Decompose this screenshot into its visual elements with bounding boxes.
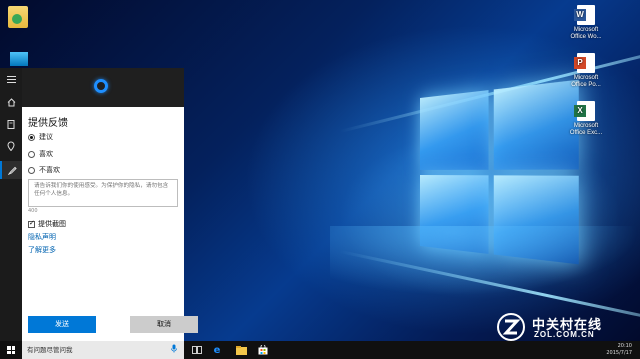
desktop-icon-label: Microsoft Office Exc... [569,123,603,136]
char-counter: 400 [28,208,38,214]
radio-button[interactable] [28,133,35,141]
hamburger-menu-icon[interactable] [4,72,18,86]
floor-glow [330,226,640,296]
desktop-icon-powerpoint[interactable]: P Microsoft Office Po... [566,53,606,89]
cortana-ring-icon [94,79,108,93]
checkbox-label: 提供截图 [38,220,66,228]
start-button[interactable] [0,341,22,359]
desktop-icon-label: Microsoft Office Po... [571,75,601,88]
radio-label: 不喜欢 [39,166,60,174]
radio-option-suggestion[interactable]: 建议 [28,132,53,142]
desktop-icon-word[interactable]: W Microsoft Office Wo... [566,5,606,41]
location-pin-icon[interactable] [4,139,18,153]
file-explorer-icon[interactable] [234,343,248,357]
feedback-textarea[interactable] [28,179,178,207]
taskbar: 有问题尽管问我 e 20:10 2015/7/17 [0,341,640,359]
notebook-icon[interactable] [4,117,18,131]
zol-logo-icon [496,312,526,342]
radio-option-dislike[interactable]: 不喜欢 [28,165,60,175]
panel-title: 提供反馈 [28,118,68,129]
screenshot-checkbox-row[interactable]: 提供截图 [28,219,66,229]
task-view-icon[interactable] [190,343,204,357]
privacy-link[interactable]: 隐私声明 [28,232,56,242]
desktop-icon-excel[interactable]: X Microsoft Office Exc... [566,101,606,137]
feedback-icon[interactable] [0,161,22,179]
send-button[interactable]: 发送 [28,316,96,333]
this-pc-icon[interactable] [10,52,28,66]
user-folder-icon[interactable] [8,6,28,28]
radio-label: 建议 [39,133,53,141]
feedback-panel: 提供反馈 建议 喜欢 不喜欢 400 提供截图 隐私声明 了解更多 发送 取消 [22,107,198,341]
desktop-icon-label: Microsoft Office Wo... [570,27,602,40]
edge-browser-icon[interactable]: e [210,343,224,357]
watermark-english: ZOL.COM.CN [534,330,595,339]
radio-option-like[interactable]: 喜欢 [28,149,53,159]
screenshot-checkbox[interactable] [28,219,35,228]
excel-icon: X [574,101,595,121]
word-icon: W [574,5,595,25]
learn-more-link[interactable]: 了解更多 [28,245,56,255]
radio-button[interactable] [28,150,35,158]
home-icon[interactable] [4,95,18,109]
radio-label: 喜欢 [39,150,53,158]
microphone-icon[interactable] [168,344,180,356]
cortana-search-box[interactable]: 有问题尽管问我 [22,341,184,359]
radio-button[interactable] [28,166,35,174]
zol-watermark: 中关村在线 ZOL.COM.CN [496,312,636,342]
clock-date[interactable]: 2015/7/17 [592,350,632,356]
clock-time[interactable]: 20:10 [592,343,632,349]
store-icon[interactable] [256,343,270,357]
windows-logo-icon [7,346,15,354]
start-sidebar [0,68,22,341]
cancel-button[interactable]: 取消 [130,316,198,333]
powerpoint-icon: P [574,53,595,73]
